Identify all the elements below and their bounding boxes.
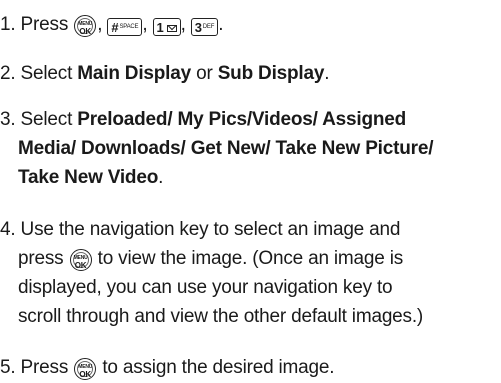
step-2-line: 2. Select Main Display or Sub Display. (0, 63, 330, 84)
step-4-line-1: 4. Use the navigation key to select an i… (0, 219, 401, 240)
sub-display-option: Sub Display (217, 63, 325, 84)
three-def-key-icon: 3DEF (190, 18, 219, 36)
main-display-option: Main Display (77, 63, 191, 84)
step-number: 2. (0, 63, 16, 84)
step-number: 3. (0, 109, 16, 130)
step-1: 1. Press MENU OK, #SPACE, 1, 3DEF. (0, 10, 223, 39)
one-mail-key-icon: 1 (152, 18, 181, 36)
step-4: 4. Use the navigation key to select an i… (0, 215, 423, 331)
step-5: 5. Press MENU OK to assign the desired im… (0, 353, 335, 382)
step-3-line-2: Media/ Downloads/ Get New/ Take New Pict… (18, 138, 434, 159)
step-number: 4. (0, 219, 16, 240)
step-3-line-3: Take New Video. (18, 167, 164, 188)
menu-ok-key-icon: MENU OK (69, 249, 92, 271)
step-3: 3. Select Preloaded/ My Pics/Videos/ Ass… (0, 105, 433, 192)
envelope-icon (166, 25, 177, 32)
step-1-line: 1. Press MENU OK, #SPACE, 1, 3DEF. (0, 14, 224, 37)
hash-space-key-icon: #SPACE (107, 18, 143, 36)
step-2: 2. Select Main Display or Sub Display. (0, 59, 330, 88)
menu-ok-key-icon: MENU OK (74, 358, 97, 380)
step-4-line-2: press MENU OK to view the image. (Once an… (18, 248, 404, 271)
menu-ok-key-icon: MENU OK (74, 15, 97, 37)
step-4-line-4: scroll through and view the other defaul… (18, 306, 424, 327)
step-text: Press (20, 14, 69, 35)
step-4-line-3: displayed, you can use your navigation k… (18, 277, 393, 298)
step-3-line-1: 3. Select Preloaded/ My Pics/Videos/ Ass… (0, 109, 407, 130)
step-number: 1. (0, 14, 16, 35)
step-number: 5. (0, 357, 16, 378)
step-5-line: 5. Press MENU OK to assign the desired im… (0, 357, 335, 380)
